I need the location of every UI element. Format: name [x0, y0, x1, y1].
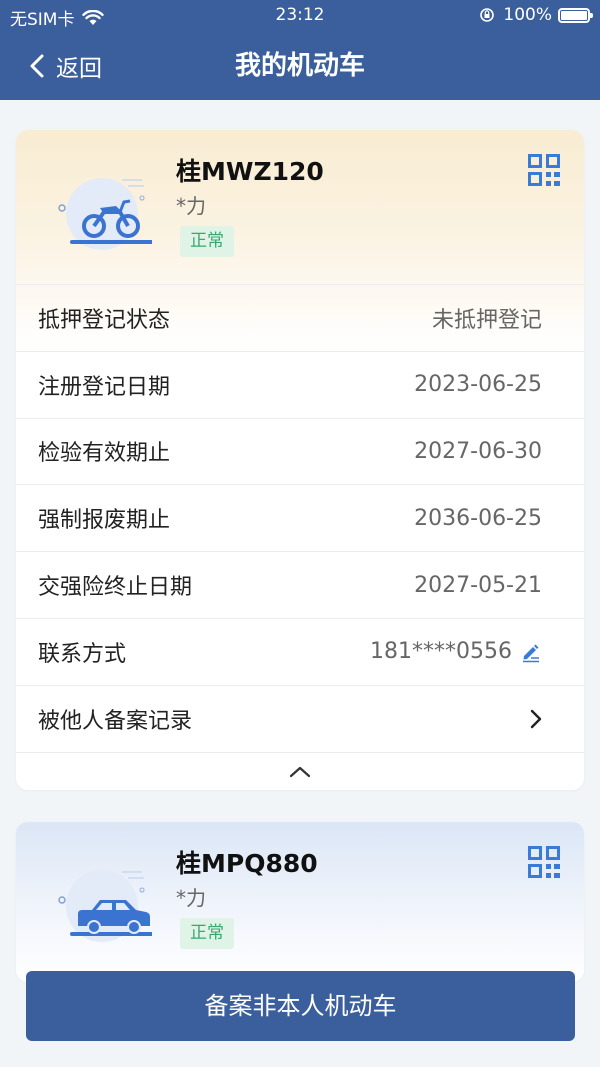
- owner-name: *力: [176, 194, 206, 218]
- edit-icon[interactable]: [520, 641, 542, 663]
- status-right: 100%: [479, 5, 593, 25]
- plate-number: 桂MWZ120: [176, 157, 324, 186]
- page-title: 我的机动车: [234, 51, 365, 81]
- vehicle-card: 桂MPQ880 *力 正常: [16, 822, 584, 982]
- contact-value: 181****0556: [370, 639, 542, 664]
- detail-row-insurance-end: 交强险终止日期 2027-05-21: [16, 551, 584, 618]
- detail-value: 2027-06-30: [414, 438, 542, 464]
- detail-row-mortgage: 抵押登记状态 未抵押登记: [16, 284, 584, 351]
- collapse-button[interactable]: [16, 751, 584, 790]
- motorcycle-icon: [58, 178, 152, 250]
- plate-number: 桂MPQ880: [176, 849, 318, 878]
- detail-value: 2023-06-25: [414, 372, 542, 398]
- register-other-vehicle-button[interactable]: 备案非本人机动车: [26, 971, 575, 1041]
- detail-row-scrap-deadline: 强制报废期止 2036-06-25: [16, 484, 584, 551]
- detail-label: 强制报废期止: [38, 508, 171, 534]
- detail-label: 注册登记日期: [38, 374, 171, 400]
- vehicle-details: 抵押登记状态 未抵押登记 注册登记日期 2023-06-25 检验有效期止 20…: [16, 284, 584, 790]
- nav-bar: 返回 我的机动车: [0, 32, 600, 100]
- status-bar: 无SIM卡 23:12 100%: [0, 0, 600, 32]
- owner-name: *力: [176, 886, 206, 910]
- car-icon: [58, 870, 152, 942]
- battery-percent: 100%: [503, 5, 552, 25]
- detail-row-inspection-expiry: 检验有效期止 2027-06-30: [16, 417, 584, 485]
- qr-code-icon[interactable]: [528, 154, 560, 186]
- detail-label: 检验有效期止: [38, 441, 171, 467]
- vehicle-card: 桂MWZ120 *力 正常 抵押登记状态 未抵押登记 注册登记日期 2023-0…: [16, 130, 584, 790]
- chevron-right-icon: [530, 709, 542, 728]
- detail-label: 联系方式: [38, 641, 127, 667]
- battery-icon: [558, 7, 593, 23]
- detail-value: 未抵押登记: [431, 307, 542, 333]
- status-badge: 正常: [180, 918, 234, 949]
- detail-label: 被他人备案记录: [38, 708, 193, 734]
- detail-value: 2027-05-21: [414, 572, 542, 598]
- orientation-lock-icon: [480, 8, 495, 22]
- detail-label: 交强险终止日期: [38, 575, 193, 601]
- chevron-up-icon: [289, 766, 311, 778]
- status-badge: 正常: [180, 226, 234, 257]
- detail-row-contact[interactable]: 联系方式 181****0556: [16, 617, 584, 685]
- qr-code-icon[interactable]: [528, 846, 560, 878]
- detail-row-registration-date: 注册登记日期 2023-06-25: [16, 350, 584, 418]
- detail-value: 2036-06-25: [414, 505, 542, 531]
- detail-label: 抵押登记状态: [38, 307, 171, 333]
- detail-row-filing-records[interactable]: 被他人备案记录: [16, 684, 584, 752]
- phone-number: 181****0556: [370, 639, 512, 665]
